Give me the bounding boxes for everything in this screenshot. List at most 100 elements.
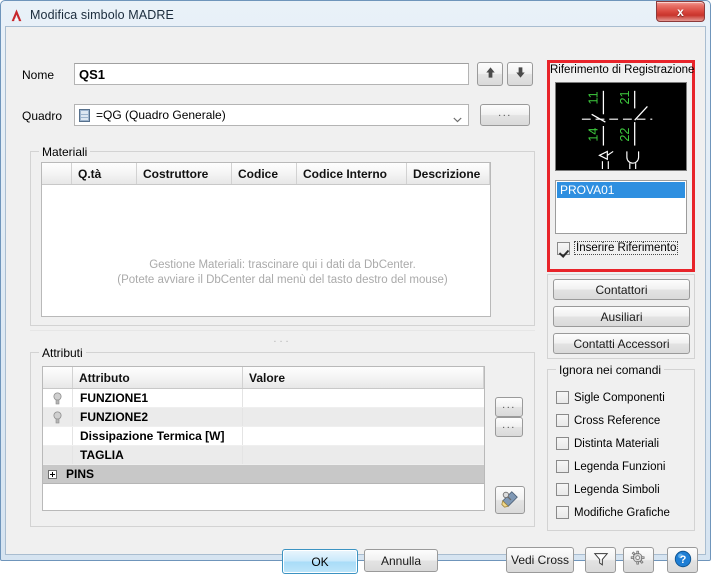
checkbox-distinta-materiali[interactable]: Distinta Materiali — [556, 437, 659, 450]
checkbox-sigle-componenti[interactable]: Sigle Componenti — [556, 391, 665, 404]
quadro-browse-button[interactable]: ... — [480, 104, 530, 126]
checkbox-cross-reference[interactable]: Cross Reference — [556, 414, 660, 427]
attributo-browse-button-2[interactable]: ... — [495, 417, 523, 437]
checkbox-legenda-funzioni[interactable]: Legenda Funzioni — [556, 460, 665, 473]
ignora-nei-comandi-group: Ignora nei comandi Sigle Componenti Cros… — [547, 363, 695, 531]
table-row[interactable]: FUNZIONE2 — [43, 408, 484, 427]
svg-text:?: ? — [679, 554, 686, 566]
materiali-placeholder-line1: Gestione Materiali: trascinare qui i dat… — [149, 259, 416, 271]
expander-cell[interactable] — [43, 465, 61, 483]
checkbox-box[interactable] — [556, 506, 569, 519]
checkbox-label: Cross Reference — [574, 414, 661, 427]
materiali-grid-header: Q.tà Costruttore Codice Codice Interno D… — [42, 163, 490, 185]
table-row[interactable]: TAGLIA — [43, 446, 484, 465]
pins-label: PINS — [66, 467, 95, 481]
chevron-down-icon[interactable] — [453, 112, 462, 123]
row-icon-cell — [43, 389, 73, 407]
attributi-group-row-pins[interactable]: PINS — [43, 465, 484, 484]
materiali-placeholder-line2: (Potete avviare il DbCenter dal menù del… — [117, 274, 448, 286]
contatti-accessori-button[interactable]: Contatti Accessori — [553, 333, 690, 354]
checkbox-modifiche-grafiche[interactable]: Modifiche Grafiche — [556, 506, 670, 519]
close-button[interactable]: x — [656, 1, 705, 22]
ausiliari-button[interactable]: Ausiliari — [553, 306, 690, 327]
contatti-button-group: Contattori Ausiliari Contatti Accessori — [547, 274, 695, 359]
quadro-combobox[interactable]: =QG (Quadro Generale) — [74, 104, 469, 126]
materiali-grid[interactable]: Q.tà Costruttore Codice Codice Interno D… — [41, 162, 491, 317]
funnel-filter-icon — [593, 551, 609, 570]
window-title: Modifica simbolo MADRE — [30, 8, 174, 22]
attributo-browse-label-1: ... — [502, 399, 516, 411]
checkbox-box[interactable] — [556, 483, 569, 496]
contattori-label: Contattori — [595, 282, 648, 297]
attributi-grid-header: Attributo Valore — [43, 367, 484, 389]
checkbox-box[interactable] — [556, 414, 569, 427]
vedi-cross-button[interactable]: Vedi Cross — [506, 547, 574, 573]
magic-wand-button[interactable] — [495, 486, 525, 514]
valore-cell[interactable] — [243, 408, 484, 426]
arrow-down-icon — [513, 65, 528, 83]
attributi-grid-body[interactable]: FUNZIONE1 FUNZIONE2 Dissipazione Termica… — [43, 389, 484, 484]
table-row[interactable]: Dissipazione Termica [W] — [43, 427, 484, 446]
attributo-name: FUNZIONE2 — [73, 408, 243, 426]
cad-symbol-preview[interactable]: 11 21 14 22 — [555, 82, 687, 171]
dialog-window: Modifica simbolo MADRE x Nome QS1 Quadro… — [0, 0, 711, 574]
contattori-button[interactable]: Contattori — [553, 279, 690, 300]
checkbox-box[interactable] — [557, 241, 570, 255]
row-icon-cell — [43, 446, 73, 464]
valore-cell[interactable] — [243, 389, 484, 407]
ausiliari-label: Ausiliari — [600, 309, 643, 324]
materiali-col-qta[interactable]: Q.tà — [72, 163, 137, 184]
attributo-name: FUNZIONE1 — [73, 389, 243, 407]
help-question-icon: ? — [674, 550, 692, 571]
materiali-group-title: Materiali — [39, 145, 91, 159]
checkbox-box[interactable] — [556, 460, 569, 473]
attributo-browse-button-1[interactable]: ... — [495, 397, 523, 417]
cabinet-icon — [79, 108, 90, 122]
autocad-a-logo-icon — [9, 8, 24, 23]
ignora-group-title: Ignora nei comandi — [556, 363, 665, 377]
checkbox-box[interactable] — [556, 391, 569, 404]
checkbox-label: Legenda Funzioni — [574, 460, 666, 473]
valore-cell[interactable] — [243, 427, 484, 445]
checkbox-legenda-simboli[interactable]: Legenda Simboli — [556, 483, 660, 496]
checkbox-label: Sigle Componenti — [574, 391, 665, 404]
bulb-icon — [53, 411, 62, 424]
arrow-up-icon — [483, 65, 498, 83]
filter-button[interactable] — [585, 547, 616, 573]
materiali-col-codice-interno[interactable]: Codice Interno — [297, 163, 407, 184]
materiali-group: Materiali Q.tà Costruttore Codice Codice… — [30, 145, 535, 326]
settings-button[interactable] — [623, 547, 654, 573]
magic-wand-icon — [500, 489, 520, 512]
attributi-col-valore[interactable]: Valore — [243, 367, 484, 388]
valore-cell[interactable] — [243, 446, 484, 464]
nome-input[interactable]: QS1 — [74, 63, 469, 85]
nome-label: Nome — [22, 68, 55, 82]
list-item[interactable]: PROVA01 — [557, 182, 685, 198]
move-down-button[interactable] — [507, 62, 533, 86]
splitter-grip[interactable]: ... — [30, 330, 535, 347]
table-row[interactable]: FUNZIONE1 — [43, 389, 484, 408]
plus-icon[interactable] — [47, 469, 57, 479]
materiali-col-codice[interactable]: Codice — [232, 163, 297, 184]
checkbox-label: Distinta Materiali — [574, 437, 659, 450]
svg-text:21: 21 — [618, 90, 632, 104]
attributi-col-0[interactable] — [43, 367, 73, 388]
materiali-col-descrizione[interactable]: Descrizione — [407, 163, 490, 184]
inserire-riferimento-checkbox[interactable]: Inserire Riferimento — [557, 241, 679, 255]
attributo-name: TAGLIA — [73, 446, 243, 464]
splitter-grip-label: ... — [273, 333, 292, 345]
quadro-label: Quadro — [22, 109, 63, 123]
attributi-grid[interactable]: Attributo Valore FUNZIONE1 FUNZIONE2 Dis… — [42, 366, 485, 511]
materiali-col-0[interactable] — [42, 163, 72, 184]
materiali-col-costruttore[interactable]: Costruttore — [137, 163, 232, 184]
quadro-browse-label: ... — [498, 107, 512, 119]
close-icon: x — [677, 4, 684, 19]
ok-button[interactable]: OK — [282, 549, 358, 574]
attributi-group: Attributi Attributo Valore FUNZIONE1 FUN… — [30, 346, 535, 527]
checkbox-box[interactable] — [556, 437, 569, 450]
attributi-col-attributo[interactable]: Attributo — [73, 367, 243, 388]
help-button[interactable]: ? — [667, 547, 698, 573]
dialog-client-area: Nome QS1 Quadro =QG (Quadro Generale) ..… — [5, 26, 706, 574]
move-up-button[interactable] — [477, 62, 503, 86]
riferimento-listbox[interactable]: PROVA01 — [555, 180, 687, 234]
